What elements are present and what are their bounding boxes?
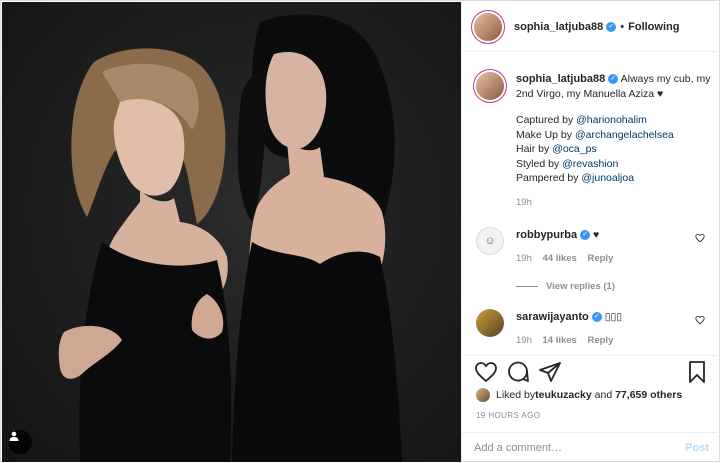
post-photo[interactable]	[2, 2, 461, 462]
reply-button[interactable]: Reply	[587, 253, 613, 264]
mention-link[interactable]: @harionohalim	[576, 114, 647, 126]
post-header: sophia_latjuba88 ✓ • Following	[462, 2, 720, 52]
header-separator: •	[620, 20, 625, 33]
comment-input[interactable]	[474, 442, 686, 454]
caption-username[interactable]: sophia_latjuba88	[516, 73, 605, 85]
mention-link[interactable]: @oca_ps	[552, 143, 597, 155]
reply-button[interactable]: Reply	[587, 335, 613, 346]
credit-line: Captured by @harionohalim	[516, 113, 711, 128]
view-replies-label: View replies (1)	[546, 281, 615, 292]
credit-label: Make Up by	[516, 128, 575, 141]
mention-link[interactable]: @archangelachelsea	[575, 129, 674, 141]
tagged-users-button[interactable]	[8, 430, 32, 454]
credit-line: Make Up by @archangelachelsea	[516, 128, 711, 143]
credit-line: Pampered by @junoaljoa	[516, 171, 711, 186]
comment-like-heart-icon[interactable]	[695, 233, 705, 243]
comment-likes[interactable]: 14 likes	[543, 335, 577, 346]
caption-author-avatar[interactable]	[476, 72, 504, 100]
liker-avatar[interactable]	[476, 388, 490, 402]
credit-line: Hair by @oca_ps	[516, 142, 711, 157]
verified-badge-icon: ✓	[591, 312, 602, 323]
commenter-username[interactable]: sarawijayanto	[516, 311, 589, 323]
commenter-avatar[interactable]	[476, 309, 504, 337]
credit-label: Hair by	[516, 143, 553, 155]
view-replies-button[interactable]: View replies (1)	[516, 281, 615, 292]
author-username[interactable]: sophia_latjuba88	[514, 21, 603, 33]
liker-username[interactable]: teukuzacky	[535, 389, 592, 401]
credit-label: Captured by	[516, 114, 577, 126]
commenter-username[interactable]: robbypurba	[516, 229, 577, 241]
verified-badge-icon: ✓	[606, 21, 617, 32]
photo-illustration	[58, 14, 402, 462]
comment-time[interactable]: 19h	[516, 335, 532, 346]
comment-likes[interactable]: 44 likes	[543, 253, 577, 264]
instagram-post-window: sophia_latjuba88 ✓ • Following sophia_la…	[0, 0, 720, 462]
author-avatar[interactable]	[474, 12, 502, 41]
mention-link[interactable]: @junoaljoa	[581, 172, 634, 184]
comment-text: ♥	[593, 229, 600, 241]
add-comment-bar: Post	[462, 432, 720, 463]
post-side-panel: sophia_latjuba88 ✓ • Following sophia_la…	[461, 2, 720, 462]
credit-label: Pampered by	[516, 172, 582, 184]
bookmark-icon[interactable]	[685, 360, 709, 384]
likes-prefix: Liked by	[496, 389, 536, 401]
likes-middle: and	[591, 389, 616, 401]
post-comment-button[interactable]: Post	[685, 442, 709, 454]
action-icons-row	[474, 360, 709, 384]
mention-link[interactable]: @revashion	[562, 158, 618, 170]
likes-summary: Liked by teukuzacky and 77,659 others	[476, 388, 682, 402]
comments-section[interactable]: sophia_latjuba88 ✓ Always my cub, my 2nd …	[462, 53, 720, 355]
caption-time[interactable]: 19h	[516, 196, 711, 211]
share-icon[interactable]	[538, 360, 562, 384]
comment-like-heart-icon[interactable]	[695, 315, 705, 325]
heart-icon[interactable]	[474, 360, 498, 384]
verified-badge-icon: ✓	[580, 230, 591, 241]
comment-icon[interactable]	[506, 360, 530, 384]
commenter-avatar[interactable]: ☺	[476, 227, 504, 255]
post-actions: Liked by teukuzacky and 77,659 others 19…	[462, 355, 720, 462]
comment-text: ▯▯▯	[604, 311, 623, 323]
comment-meta: 19h 14 likes Reply	[516, 335, 613, 346]
likes-count-button[interactable]: 77,659 others	[615, 389, 682, 401]
comment-time[interactable]: 19h	[516, 253, 532, 264]
credit-line: Styled by @revashion	[516, 157, 711, 172]
comment-meta: 19h 44 likes Reply	[516, 253, 613, 264]
following-button[interactable]: Following	[628, 21, 679, 33]
credit-label: Styled by	[516, 157, 563, 170]
post-timestamp[interactable]: 19 HOURS AGO	[476, 411, 540, 420]
user-tag-icon	[9, 431, 19, 441]
verified-badge-icon: ✓	[608, 74, 619, 85]
